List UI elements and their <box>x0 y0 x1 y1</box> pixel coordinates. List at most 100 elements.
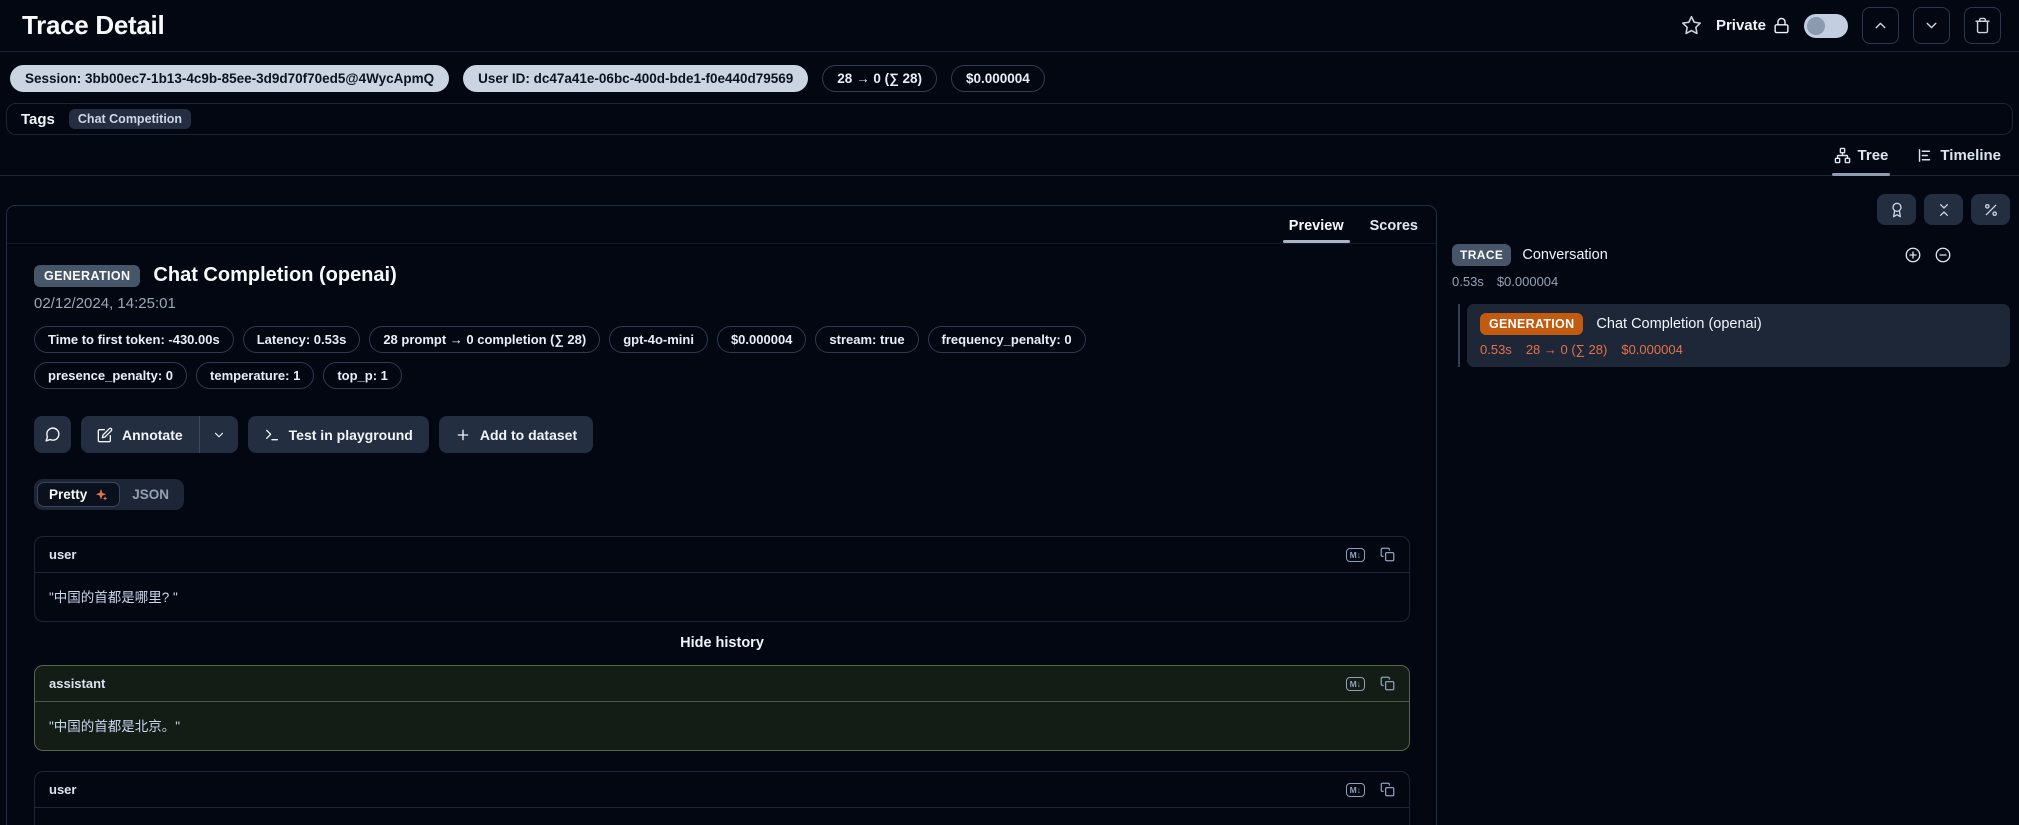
trace-name: Conversation <box>1522 247 1607 263</box>
copy-icon[interactable] <box>1380 547 1395 562</box>
comment-icon <box>44 426 61 443</box>
tab-timeline-label: Timeline <box>1940 147 2001 164</box>
tags-label: Tags <box>21 111 55 128</box>
tag-badge[interactable]: Chat Competition <box>69 109 191 129</box>
terminal-icon <box>264 427 280 443</box>
metric-badge: top_p: 1 <box>323 362 402 389</box>
trash-icon <box>1974 17 1991 34</box>
chevrons-collapse-icon <box>1936 202 1952 218</box>
message-content: "中国的首都是北京。" <box>35 702 1409 750</box>
markdown-toggle-icon[interactable]: M↓ <box>1346 783 1365 797</box>
action-buttons: Annotate Test in playground Add to datas… <box>34 416 1409 453</box>
comment-button[interactable] <box>34 416 71 453</box>
session-badge[interactable]: Session: 3bb00ec7-1b13-4c9b-85ee-3d9d70f… <box>10 65 449 92</box>
trace-latency: 0.53s <box>1452 274 1484 289</box>
trace-cost: $0.000004 <box>1497 274 1558 289</box>
format-toggle: Pretty JSON <box>34 479 184 510</box>
bookmark-star-icon[interactable] <box>1681 15 1702 36</box>
detail-tabs: Preview Scores <box>7 206 1436 244</box>
observation-type-badge: GENERATION <box>1480 313 1583 335</box>
expand-all-icon[interactable] <box>1904 246 1922 264</box>
metric-badges: Time to first token: -430.00s Latency: 0.… <box>34 326 1234 389</box>
annotate-scores-button[interactable] <box>1877 194 1916 225</box>
message-role: user <box>49 782 76 797</box>
observation-metrics: 0.53s 28 → 0 (∑ 28) $0.000004 <box>1480 342 1997 357</box>
annotate-label: Annotate <box>122 427 183 443</box>
dataset-label: Add to dataset <box>480 427 577 443</box>
tab-preview[interactable]: Preview <box>1289 218 1344 243</box>
tree-icon <box>1834 147 1851 164</box>
playground-label: Test in playground <box>289 427 413 443</box>
plus-icon <box>455 427 471 443</box>
chevron-down-icon <box>212 428 226 442</box>
pretty-toggle[interactable]: Pretty <box>37 482 120 507</box>
metric-badge: stream: true <box>815 326 918 353</box>
show-percent-button[interactable] <box>1971 194 2010 225</box>
observation-title: Chat Completion (openai) <box>153 264 396 287</box>
view-tabs: Tree Timeline <box>0 135 2019 176</box>
add-to-dataset-button[interactable]: Add to dataset <box>439 416 593 453</box>
tab-timeline[interactable]: Timeline <box>1916 147 2001 175</box>
tags-list: Chat Competition <box>69 109 191 129</box>
hide-history-toggle[interactable]: Hide history <box>34 622 1410 665</box>
trace-type-badge: TRACE <box>1452 244 1511 266</box>
tab-scores[interactable]: Scores <box>1370 218 1418 243</box>
message-user-2: user M↓ "谢谢" <box>34 771 1410 825</box>
observation-cost: $0.000004 <box>1621 342 1682 357</box>
observation-name: Chat Completion (openai) <box>1596 316 1761 332</box>
annotate-dropdown-button[interactable] <box>200 416 238 453</box>
tree-children: GENERATION Chat Completion (openai) 0.53… <box>1452 304 2010 367</box>
markdown-toggle-icon[interactable]: M↓ <box>1346 548 1365 562</box>
metric-badge: frequency_penalty: 0 <box>928 326 1086 353</box>
timeline-icon <box>1916 147 1933 164</box>
metric-badge: temperature: 1 <box>196 362 314 389</box>
trace-metrics: 0.53s $0.000004 <box>1452 274 2010 289</box>
cost-badge: $0.000004 <box>951 65 1045 92</box>
page-title: Trace Detail <box>22 10 164 41</box>
observation-tokens: 28 → 0 (∑ 28) <box>1526 342 1608 357</box>
tab-tree-label: Tree <box>1858 147 1889 164</box>
json-toggle[interactable]: JSON <box>120 482 181 507</box>
copy-icon[interactable] <box>1380 676 1395 691</box>
generation-type-badge: GENERATION <box>34 265 140 287</box>
test-in-playground-button[interactable]: Test in playground <box>248 416 429 453</box>
token-usage-badge: 28 → 0 (∑ 28) <box>822 65 937 92</box>
sparkles-icon <box>94 488 108 502</box>
metric-badge: Time to first token: -430.00s <box>34 326 234 353</box>
privacy-label: Private <box>1716 17 1766 34</box>
annotate-split-button: Annotate <box>81 416 238 453</box>
tree-toolbar <box>1452 194 2010 225</box>
metric-badge: presence_penalty: 0 <box>34 362 187 389</box>
page-header: Trace Detail Private <box>0 0 2019 52</box>
messages-list: user M↓ "中国的首都是哪里? " Hide history <box>34 536 1410 825</box>
identifier-row: Session: 3bb00ec7-1b13-4c9b-85ee-3d9d70f… <box>0 52 2019 92</box>
observation-row-selected[interactable]: GENERATION Chat Completion (openai) 0.53… <box>1467 304 2010 367</box>
copy-icon[interactable] <box>1380 782 1395 797</box>
pretty-label: Pretty <box>49 487 87 502</box>
observation-timestamp: 02/12/2024, 14:25:01 <box>34 295 1409 312</box>
edit-icon <box>97 427 113 443</box>
annotate-button[interactable]: Annotate <box>81 416 199 453</box>
trace-root-row[interactable]: TRACE Conversation <box>1452 244 2010 266</box>
toggle-thumb <box>1807 17 1825 35</box>
chevron-down-icon <box>1923 17 1940 34</box>
collapse-all-button[interactable] <box>1924 194 1963 225</box>
percent-icon <box>1983 202 1999 218</box>
message-role: assistant <box>49 676 105 691</box>
content-area: Preview Scores GENERATION Chat Completio… <box>0 176 2019 825</box>
message-role: user <box>49 547 76 562</box>
chevron-up-icon <box>1872 17 1889 34</box>
collapse-node-icon[interactable] <box>1934 246 1952 264</box>
tab-tree[interactable]: Tree <box>1834 147 1889 175</box>
delete-trace-button[interactable] <box>1964 7 2001 44</box>
user-id-badge[interactable]: User ID: dc47a41e-06bc-400d-bde1-f0e440d… <box>463 65 808 92</box>
privacy-status: Private <box>1716 17 1790 34</box>
metric-badge: Latency: 0.53s <box>243 326 361 353</box>
markdown-toggle-icon[interactable]: M↓ <box>1346 677 1365 691</box>
observation-latency: 0.53s <box>1480 342 1512 357</box>
privacy-toggle[interactable] <box>1804 14 1848 38</box>
previous-trace-button[interactable] <box>1862 7 1899 44</box>
metric-badge: 28 prompt → 0 completion (∑ 28) <box>369 326 600 353</box>
next-trace-button[interactable] <box>1913 7 1950 44</box>
award-icon <box>1889 202 1905 218</box>
